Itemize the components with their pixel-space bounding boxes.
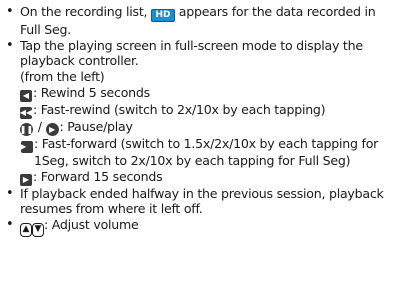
pause-play-label: : Pause/play: [59, 118, 133, 134]
volume-up-key-icon: ▲: [20, 222, 32, 237]
list-item-resume: If playback ended halfway in the previou…: [6, 186, 394, 217]
forward15-label: : Forward 15 seconds: [33, 168, 163, 184]
pause-icon: ❚❚: [20, 123, 33, 137]
fast-forward-icon: ▶▶: [14, 141, 33, 154]
forward-15-icon: ▶: [20, 173, 32, 186]
play-icon: ▶: [45, 123, 59, 137]
document-body: On the recording list, HD appears for th…: [0, 0, 394, 237]
volume-down-key-icon: ▼: [32, 222, 44, 237]
hd-text-before: On the recording list,: [20, 4, 152, 19]
controller-row-fast-rewind: ◀◀: Fast-rewind (switch to 2x/10x by eac…: [20, 102, 394, 119]
fast-rewind-label: : Fast-rewind (switch to 2x/10x by each …: [33, 101, 326, 117]
controller-row-pause-play: ❚❚ / ▶: Pause/play: [20, 119, 394, 137]
list-item-hd: On the recording list, HD appears for th…: [6, 4, 394, 38]
fast-forward-label: : Fast-forward (switch to 1.5x/2x/10x by…: [34, 136, 379, 169]
from-left-note: (from the left): [20, 69, 105, 85]
fast-rewind-icon: ◀◀: [19, 106, 33, 119]
list-item-playback-controller: Tap the playing screen in full-screen mo…: [6, 38, 394, 186]
tap-instruction: Tap the playing screen in full-screen mo…: [20, 37, 363, 69]
rewind5-label: : Rewind 5 seconds: [33, 84, 150, 100]
controller-row-rewind5: ◀: Rewind 5 seconds: [20, 85, 394, 102]
controller-row-fast-forward: ▶▶: Fast-forward (switch to 1.5x/2x/10x …: [14, 136, 394, 169]
list-item-volume: ▲▼: Adjust volume: [6, 217, 394, 237]
hd-badge-icon: HD: [151, 9, 176, 23]
volume-label: : Adjust volume: [44, 216, 139, 232]
resume-text: If playback ended halfway in the previou…: [20, 185, 384, 217]
pause-separator: /: [37, 118, 42, 134]
controller-row-forward15: ▶: Forward 15 seconds: [20, 169, 394, 186]
rewind-5-icon: ◀: [20, 89, 32, 102]
